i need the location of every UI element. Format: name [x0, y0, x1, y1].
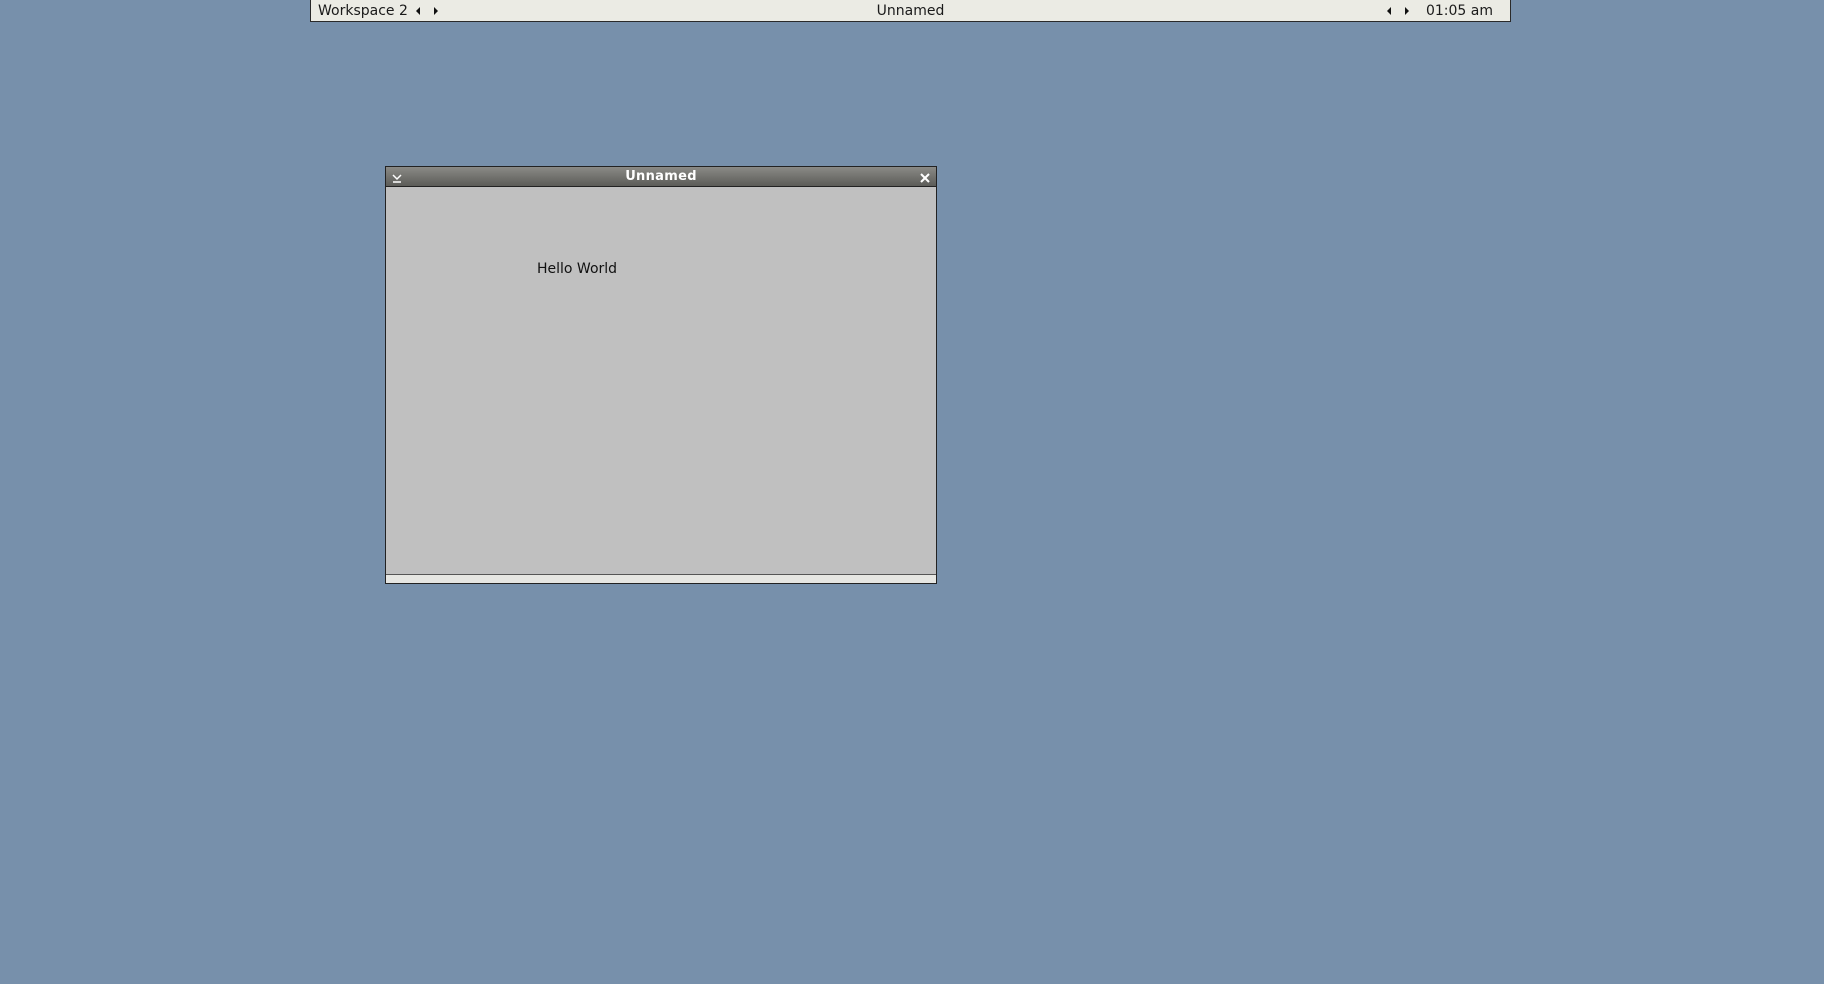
toolbar-window-title[interactable]: Unnamed [311, 3, 1510, 19]
desktop[interactable]: Workspace 2 Unnamed 01:05 am Unnamed Hel… [0, 0, 1824, 984]
toolbar: Workspace 2 Unnamed 01:05 am [310, 0, 1511, 22]
window-prev-button[interactable] [1382, 4, 1396, 18]
window-title: Unnamed [625, 169, 697, 184]
window-titlebar[interactable]: Unnamed [386, 167, 936, 187]
triangle-right-icon [1405, 7, 1409, 15]
window-next-button[interactable] [1400, 4, 1414, 18]
window-content: Hello World [386, 187, 936, 573]
close-icon [920, 173, 930, 183]
window-resize-handle[interactable] [386, 574, 936, 583]
app-window[interactable]: Unnamed Hello World [385, 166, 937, 584]
clock: 01:05 am [1425, 3, 1493, 19]
content-label: Hello World [537, 261, 618, 277]
close-button[interactable] [918, 170, 932, 184]
triangle-left-icon [1387, 7, 1391, 15]
